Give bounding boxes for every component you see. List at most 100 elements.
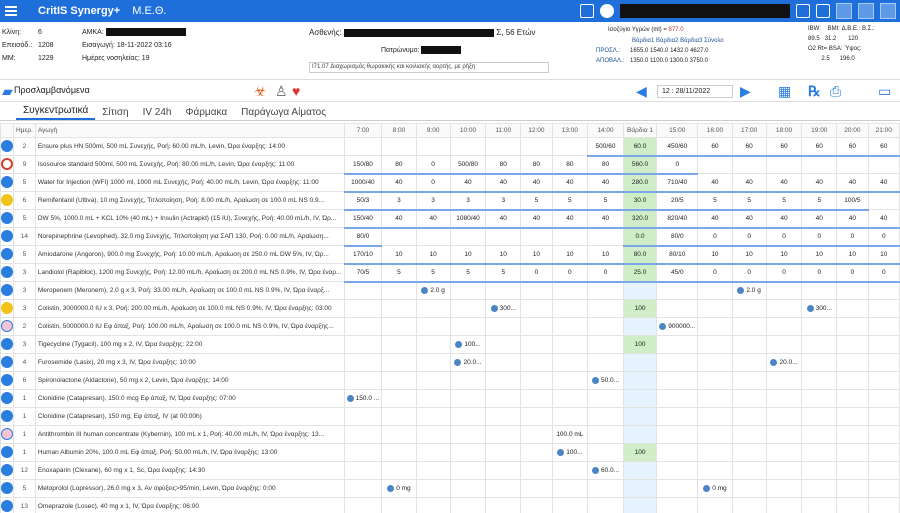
dose-cell[interactable] (343, 299, 383, 318)
dose-cell[interactable]: 5 (587, 191, 624, 211)
row-treatment-name[interactable]: Colistin, 5000000.0 IU Εφ άπαξ, Ροή: 100… (34, 317, 345, 336)
dose-cell[interactable] (449, 371, 487, 390)
dose-cell[interactable] (765, 155, 803, 174)
dose-cell[interactable]: 60.0 (622, 137, 658, 157)
dose-cell[interactable]: 10 (836, 245, 869, 265)
dose-cell[interactable] (587, 479, 624, 498)
dose-cell[interactable]: 10 (587, 245, 624, 265)
dose-cell[interactable] (520, 407, 553, 426)
dose-cell[interactable]: 5 (449, 263, 487, 283)
dose-cell[interactable]: 0 (867, 263, 900, 283)
row-treatment-name[interactable]: Human Albumin 20%, 100.0 mL Εφ άπαξ, Ροή… (34, 443, 345, 462)
dose-cell[interactable] (836, 353, 869, 372)
table-row[interactable]: 6 Remifentanil (Ultiva), 10 mg Συνεχής, Τ… (0, 191, 900, 211)
dose-cell[interactable]: 100 (622, 335, 658, 354)
dose-cell[interactable] (867, 389, 900, 408)
dose-cell[interactable]: 80/0 (656, 227, 699, 247)
dose-cell[interactable] (551, 389, 589, 408)
table-row[interactable]: 1 Human Albumin 20%, 100.0 mL Εφ άπαξ, Ρο… (0, 443, 900, 462)
dose-cell[interactable] (343, 479, 383, 498)
dose-cell[interactable]: 100 (622, 443, 658, 462)
dose-cell[interactable]: 80 (587, 155, 624, 175)
dose-cell[interactable] (697, 425, 733, 444)
drug-type-icon[interactable] (1, 175, 13, 188)
dose-cell[interactable] (765, 389, 803, 408)
dose-cell[interactable] (485, 281, 522, 300)
drug-type-icon[interactable] (1, 355, 13, 368)
dose-cell[interactable] (697, 443, 733, 462)
drug-type-icon[interactable] (1, 463, 13, 476)
dose-cell[interactable] (587, 443, 624, 462)
dose-cell[interactable] (343, 335, 383, 354)
user-avatar-icon[interactable] (600, 4, 614, 18)
row-status-icon[interactable] (0, 461, 14, 480)
dose-cell[interactable]: 0 (801, 263, 838, 283)
dose-cell[interactable] (731, 371, 767, 390)
dose-cell[interactable]: 0 (697, 263, 733, 283)
dose-cell[interactable] (551, 317, 589, 336)
dose-cell[interactable] (415, 389, 451, 408)
dose-cell[interactable]: 280.0 (622, 173, 658, 193)
dose-cell[interactable] (656, 389, 699, 408)
heart-icon[interactable]: ♥ (292, 83, 300, 99)
dose-cell[interactable]: 450/60 (656, 137, 699, 157)
dose-cell[interactable] (520, 497, 553, 513)
dose-cell[interactable]: 100/5 (836, 191, 869, 211)
dose-cell[interactable] (343, 425, 383, 444)
dose-cell[interactable] (765, 317, 803, 336)
drug-type-icon[interactable] (1, 481, 13, 494)
drug-type-icon[interactable] (1, 409, 13, 422)
row-status-icon[interactable] (0, 281, 14, 300)
dose-cell[interactable] (801, 461, 838, 480)
dose-cell[interactable]: 80.0 (622, 245, 658, 265)
dose-cell[interactable]: 40 (697, 173, 733, 193)
dose-cell[interactable]: 60 (836, 137, 869, 157)
table-row[interactable]: 3 Landiolol (Rapibloc), 1200 mg Συνεχής, … (0, 263, 900, 283)
dose-cell[interactable] (520, 317, 553, 336)
drug-type-icon[interactable] (1, 427, 13, 440)
dose-cell[interactable] (343, 281, 383, 300)
dose-cell[interactable] (551, 281, 589, 300)
dose-cell[interactable] (867, 407, 900, 426)
drug-type-icon[interactable] (1, 283, 13, 296)
dose-cell[interactable]: 50/3 (343, 191, 383, 211)
row-status-icon[interactable] (0, 407, 14, 426)
dose-cell[interactable]: 40 (485, 209, 522, 229)
dose-cell[interactable] (801, 497, 838, 513)
dose-cell[interactable] (587, 227, 624, 246)
dose-cell[interactable]: 40 (485, 173, 522, 193)
dose-cell[interactable] (520, 461, 553, 480)
dose-cell[interactable] (381, 137, 417, 156)
dose-cell[interactable]: 40 (765, 209, 803, 229)
dose-cell[interactable] (801, 479, 838, 498)
dose-cell[interactable]: 100 (622, 299, 658, 318)
dose-cell[interactable] (381, 317, 417, 336)
dose-cell[interactable] (381, 353, 417, 372)
dose-cell[interactable] (449, 137, 487, 156)
dose-cell[interactable]: 500/80 (449, 155, 487, 175)
row-treatment-name[interactable]: Meropenem (Meronem), 2.0 g x 3, Ροή: 33.… (34, 281, 345, 300)
dose-cell[interactable] (765, 425, 803, 444)
drug-type-icon[interactable] (1, 319, 13, 332)
dose-cell[interactable]: 10 (449, 245, 487, 265)
row-treatment-name[interactable]: Clonidine (Catapresan), 150.0 mcg Εφ άπα… (34, 389, 345, 408)
dose-cell[interactable]: 40 (765, 173, 803, 193)
dose-cell[interactable] (801, 281, 838, 300)
dose-cell[interactable] (656, 479, 699, 498)
dose-cell[interactable] (587, 317, 624, 336)
dose-cell[interactable] (449, 227, 487, 246)
dose-cell[interactable] (587, 299, 624, 318)
row-status-icon[interactable] (0, 335, 14, 354)
dose-cell[interactable]: 560.0 (622, 155, 658, 175)
row-treatment-name[interactable]: DW 5%, 1000.0 mL + KCL 10% (40 mL) + Ins… (34, 209, 345, 228)
dose-cell[interactable]: 5 (520, 191, 553, 211)
dose-cell[interactable] (731, 497, 767, 513)
dose-cell[interactable]: 820/40 (656, 209, 699, 229)
row-status-icon[interactable] (0, 443, 14, 462)
dose-cell[interactable] (381, 425, 417, 444)
bio-icon[interactable]: ☣ (254, 83, 267, 99)
dose-cell[interactable]: 45/0 (656, 263, 699, 283)
dose-cell[interactable]: 0 (867, 227, 900, 247)
drug-type-icon[interactable] (1, 157, 13, 170)
tab-blood-products[interactable]: Παράγωγα Αίματος (234, 107, 333, 120)
